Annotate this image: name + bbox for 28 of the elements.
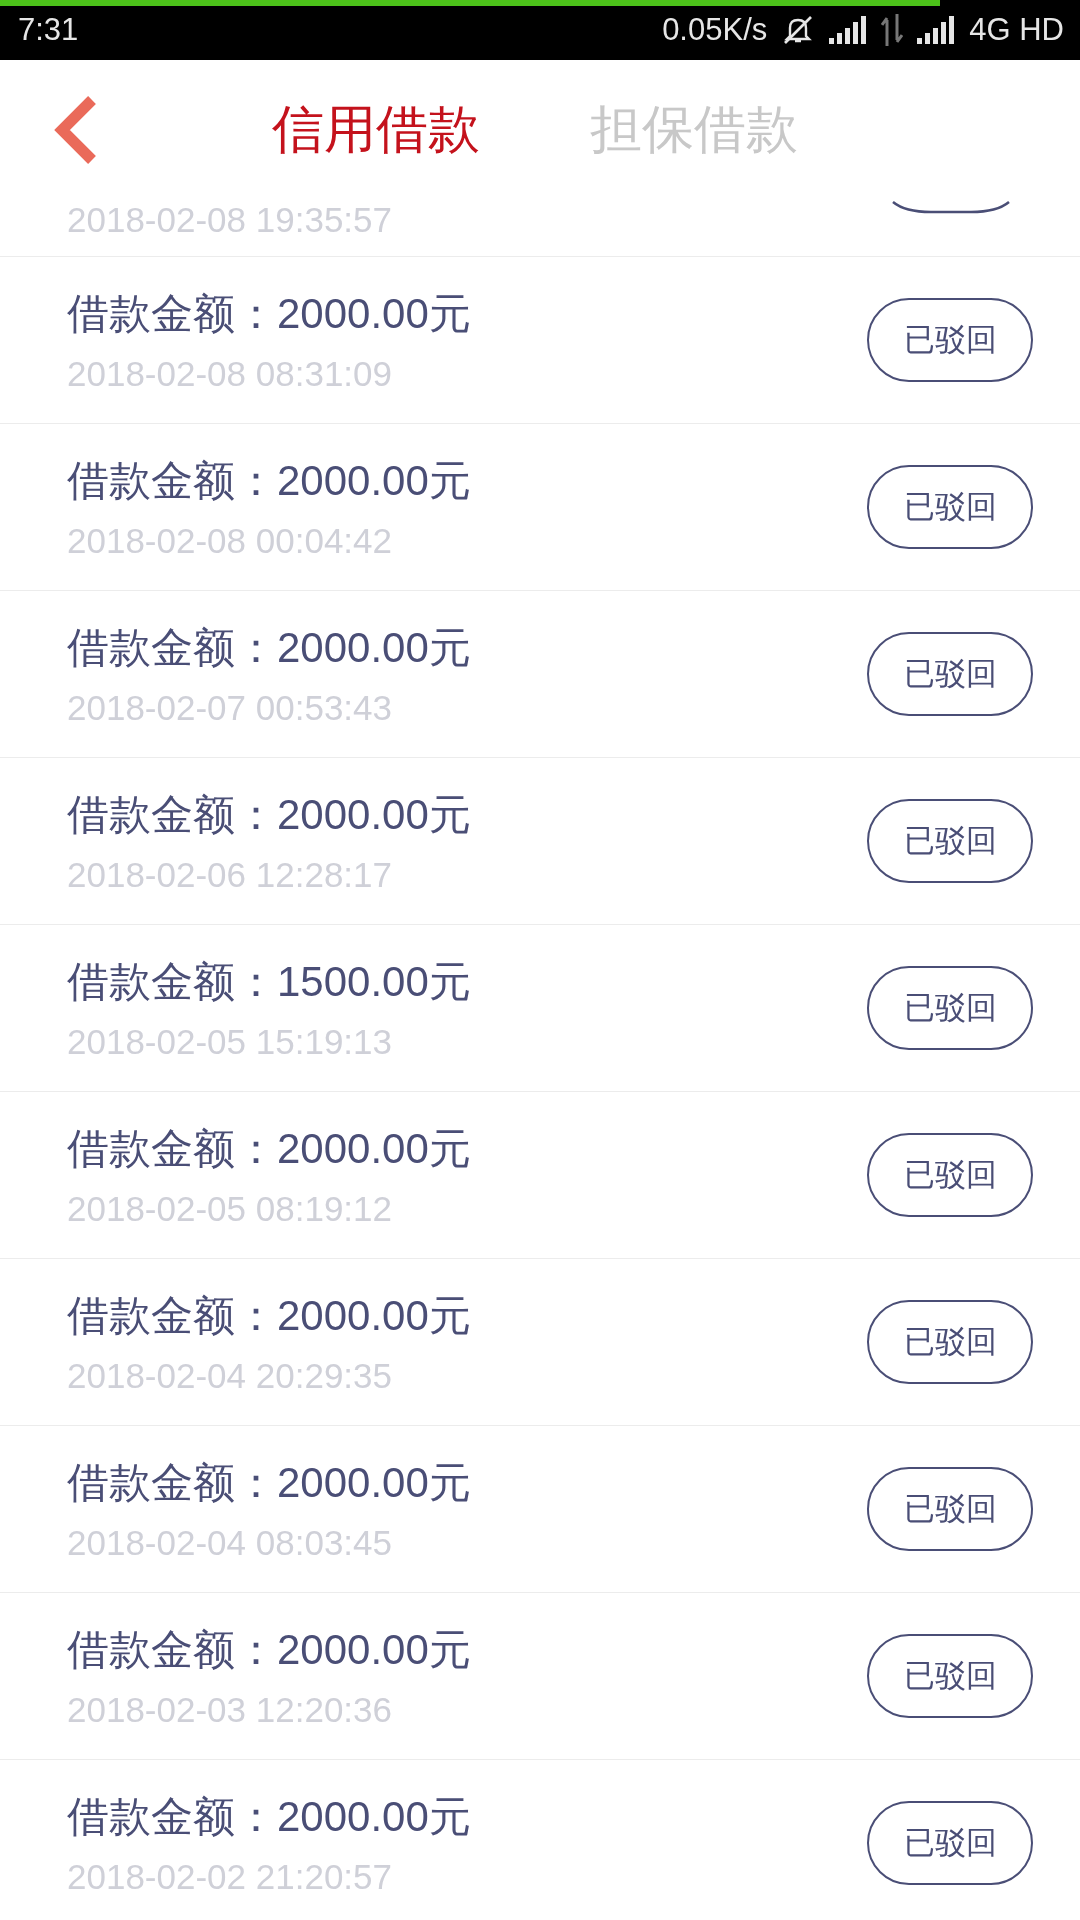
status-button[interactable]: 已驳回: [867, 465, 1033, 549]
loan-amount: 借款金额：2000.00元: [67, 1458, 472, 1508]
status-button[interactable]: 已驳回: [867, 632, 1033, 716]
network-type: 4G HD: [969, 12, 1064, 48]
loan-amount: 借款金额：2000.00元: [67, 289, 472, 339]
loan-amount: 借款金额：2000.00元: [67, 1792, 472, 1842]
tab[interactable]: 信用借款: [272, 95, 480, 165]
status-button[interactable]: 已驳回: [867, 799, 1033, 883]
status-button[interactable]: 已驳回: [867, 1634, 1033, 1718]
network-speed: 0.05K/s: [662, 12, 768, 48]
status-button[interactable]: 已驳回: [867, 1300, 1033, 1384]
loan-amount: 借款金额：2000.00元: [67, 1291, 472, 1341]
status-button[interactable]: 已驳回: [867, 298, 1033, 382]
status-button[interactable]: 已驳回: [867, 966, 1033, 1050]
clock-time: 7:31: [18, 12, 79, 48]
loan-amount: 借款金额：2000.00元: [67, 623, 472, 673]
loan-amount: 借款金额：2000.00元: [67, 456, 472, 506]
status-button[interactable]: 已驳回: [867, 1801, 1033, 1885]
signal-icon: [829, 16, 868, 44]
loan-amount: 借款金额：2000.00元: [67, 790, 472, 840]
status-button[interactable]: 已驳回: [867, 1467, 1033, 1551]
loan-amount: 借款金额：2000.00元: [67, 1625, 472, 1675]
loan-amount: 借款金额：1500.00元: [67, 957, 472, 1007]
signal-icon: [917, 16, 956, 44]
loan-amount: 借款金额：2000.00元: [67, 1124, 472, 1174]
data-arrows-icon: [881, 14, 904, 46]
status-button[interactable]: 已驳回: [867, 1133, 1033, 1217]
button-edge[interactable]: [891, 200, 1011, 214]
